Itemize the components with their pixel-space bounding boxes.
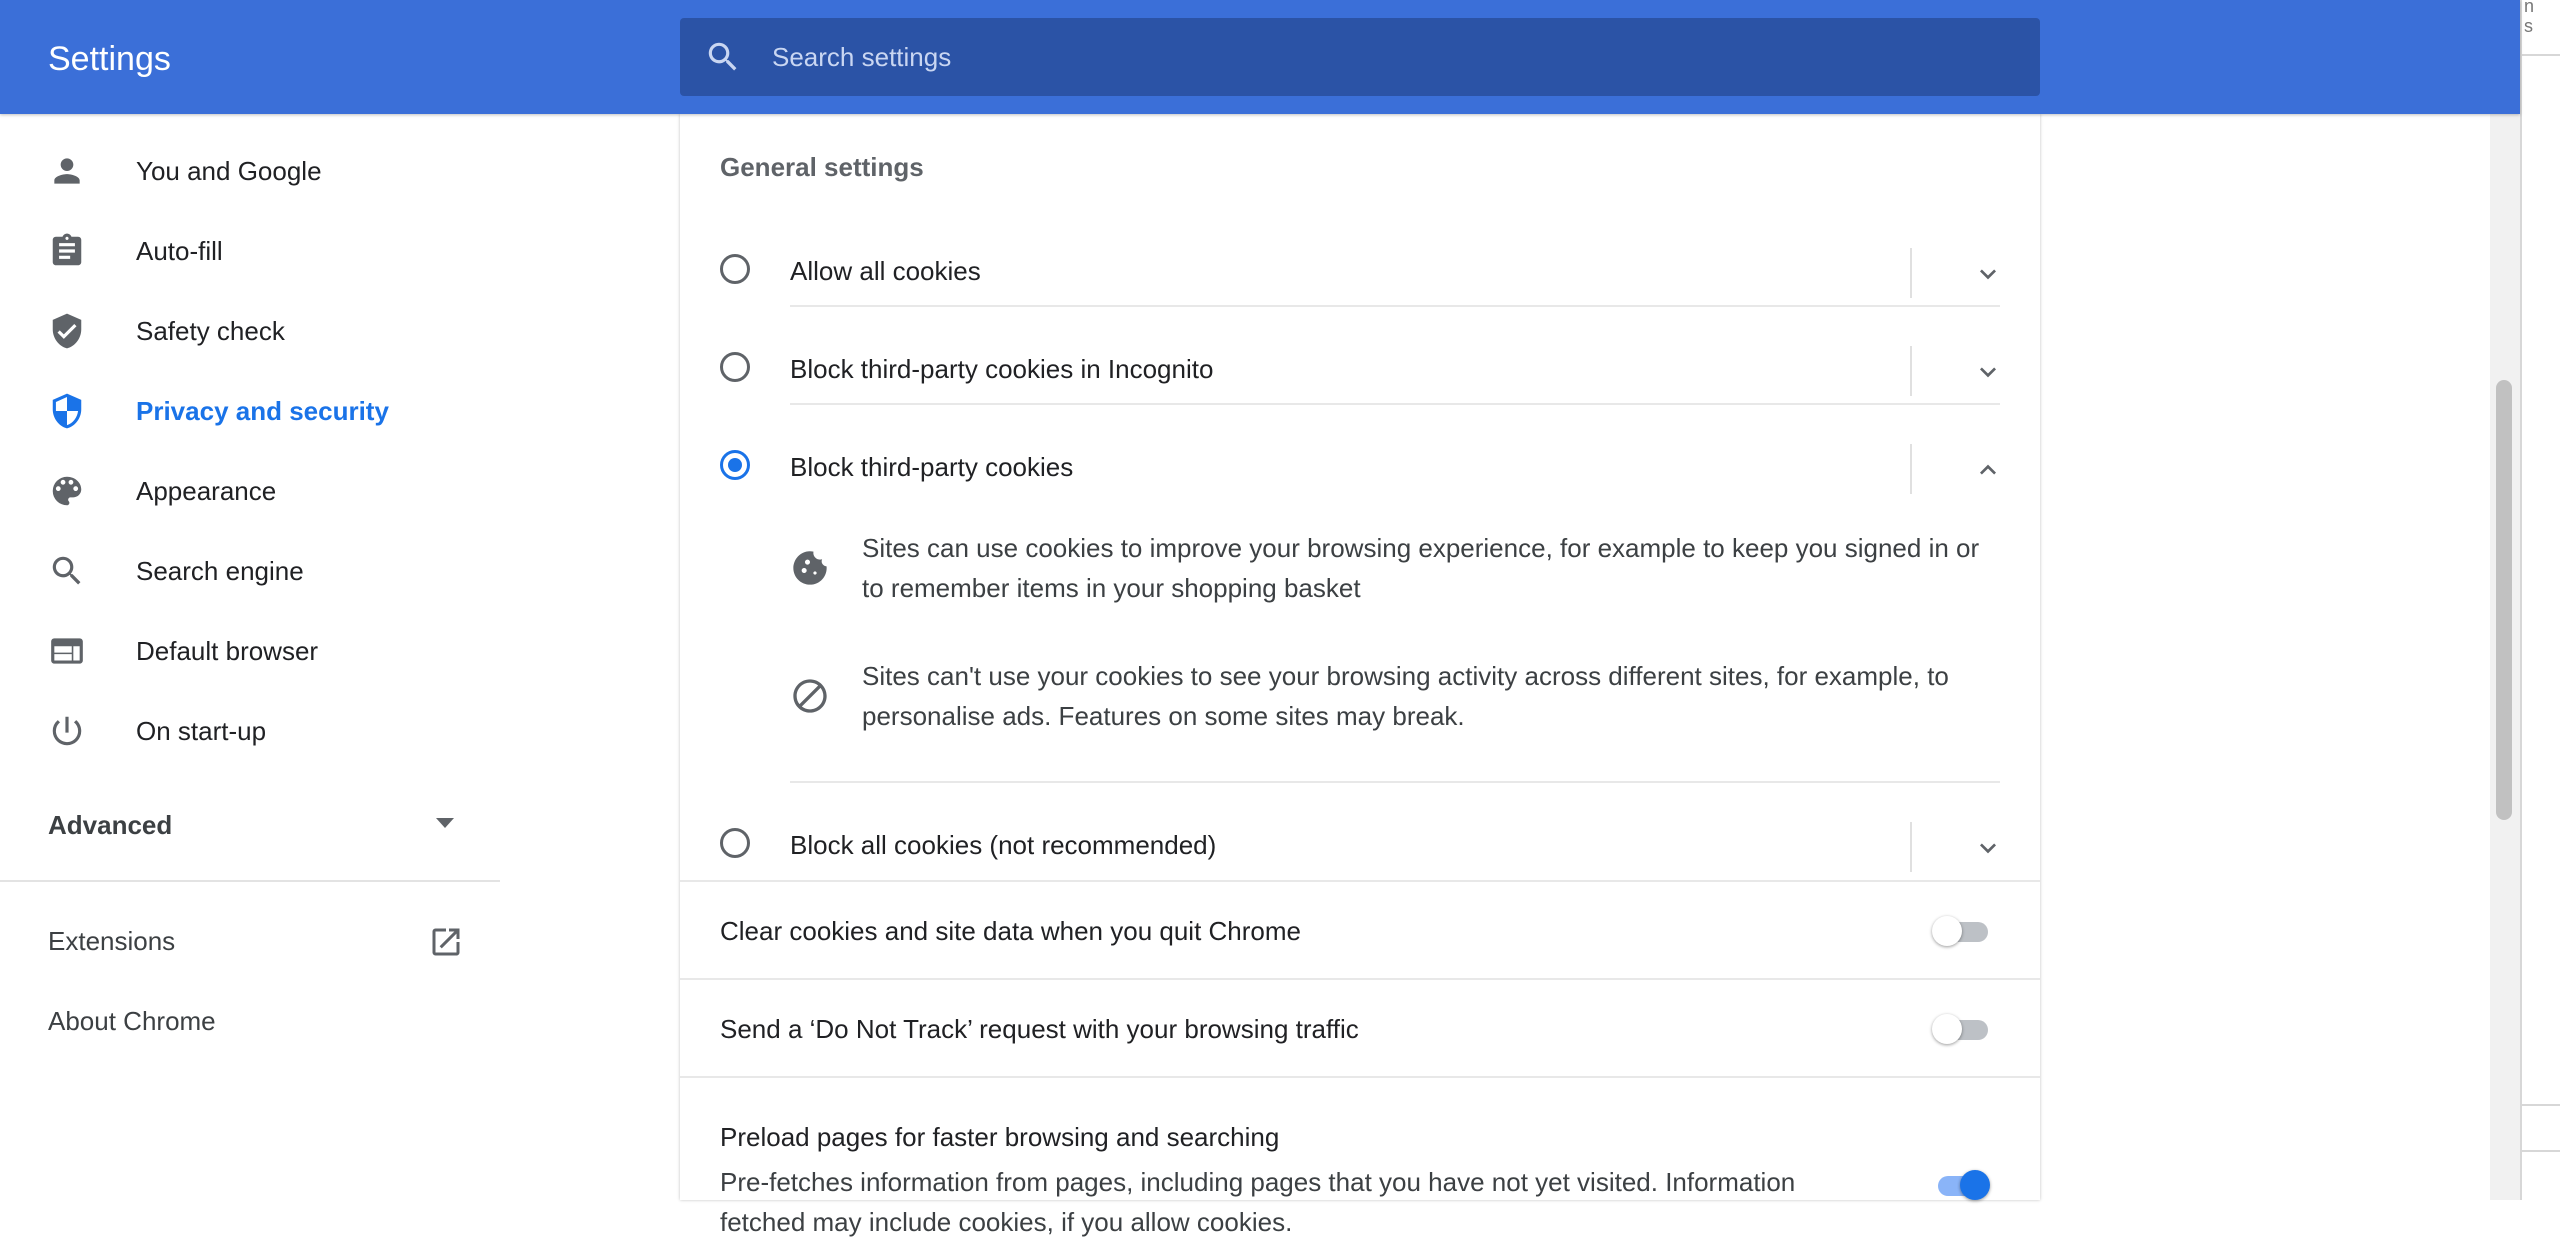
radio-button[interactable] — [720, 254, 750, 284]
setting-label: Send a ‘Do Not Track’ request with your … — [720, 1014, 1359, 1044]
setting-description: Pre-fetches information from pages, incl… — [720, 1167, 1796, 1237]
settings-header: Settings — [0, 0, 2520, 114]
power-icon — [52, 716, 82, 746]
detail-text: Sites can't use your cookies to see your… — [862, 661, 1949, 731]
vertical-separator — [1910, 248, 1912, 298]
scrollbar-thumb[interactable] — [2496, 380, 2512, 820]
clipboard-icon — [52, 233, 82, 266]
chevron-down-icon[interactable] — [1972, 832, 2004, 864]
cookie-option-block-third-party[interactable]: Block third-party cookies — [680, 420, 2040, 518]
sidebar-item-search-engine[interactable]: Search engine — [0, 534, 500, 606]
cookies-settings-card: General settings Allow all cookies Block… — [680, 114, 2040, 1237]
row-separator — [790, 781, 2000, 783]
advanced-label: Advanced — [48, 810, 173, 840]
sidebar-item-you-and-google[interactable]: You and Google — [0, 134, 500, 206]
radio-button-selected[interactable] — [720, 450, 750, 480]
browser-window-icon — [51, 638, 83, 664]
sidebar-item-label: On start-up — [136, 716, 267, 746]
toggle-switch[interactable] — [1932, 1014, 1988, 1044]
advanced-toggle[interactable]: Advanced — [0, 784, 500, 864]
vertical-separator — [1910, 444, 1912, 494]
sidebar-item-label: Search engine — [136, 556, 304, 586]
palette-icon — [52, 476, 82, 506]
background-text-line: n — [2524, 0, 2535, 16]
setting-label: Preload pages for faster browsing and se… — [720, 1122, 1280, 1152]
sidebar-item-label: You and Google — [136, 156, 322, 186]
chevron-up-icon[interactable] — [1972, 454, 2004, 486]
sidebar-divider — [0, 880, 500, 882]
chevron-down-icon[interactable] — [1972, 356, 2004, 388]
extensions-link[interactable]: Extensions — [0, 904, 500, 976]
shield-half-icon — [52, 393, 82, 429]
background-window-divider — [2522, 54, 2560, 56]
radio-button[interactable] — [720, 352, 750, 382]
section-title: General settings — [720, 152, 924, 182]
search-input[interactable] — [770, 32, 2014, 82]
search-icon — [52, 556, 81, 585]
background-window-text: n s — [2524, 0, 2534, 36]
cookie-option-label: Block all cookies (not recommended) — [790, 830, 1217, 860]
page-title: Settings — [48, 40, 171, 78]
search-icon — [708, 42, 737, 71]
vertical-separator — [1910, 346, 1912, 396]
setting-clear-cookies-on-quit: Clear cookies and site data when you qui… — [680, 882, 2040, 980]
sidebar-item-autofill[interactable]: Auto-fill — [0, 214, 500, 286]
detail-text: Sites can use cookies to improve your br… — [862, 533, 1980, 603]
setting-do-not-track: Send a ‘Do Not Track’ request with your … — [680, 980, 2040, 1078]
cookie-detail-allowed: Sites can use cookies to improve your br… — [790, 528, 1990, 608]
radio-button[interactable] — [720, 828, 750, 858]
cookie-option-label: Block third-party cookies — [790, 452, 1074, 482]
toggle-switch[interactable] — [1932, 916, 1988, 946]
sidebar: You and Google Auto-fill Safety check Pr… — [0, 114, 500, 1200]
background-window-divider — [2522, 1104, 2560, 1106]
block-icon — [793, 679, 827, 713]
sidebar-item-label: Appearance — [136, 476, 277, 506]
sidebar-item-label: Default browser — [136, 636, 319, 666]
setting-label: Clear cookies and site data when you qui… — [720, 916, 1301, 946]
extensions-label: Extensions — [48, 926, 176, 956]
cookie-icon — [793, 551, 827, 585]
setting-preload-pages: Preload pages for faster browsing and se… — [680, 1114, 2040, 1237]
toggle-switch-on[interactable] — [1932, 1170, 1990, 1200]
background-text-line: s — [2524, 16, 2533, 36]
person-icon — [54, 158, 80, 184]
sidebar-item-label: Safety check — [136, 316, 285, 346]
cookie-option-block-incognito[interactable]: Block third-party cookies in Incognito — [680, 322, 2040, 420]
sidebar-item-privacy-and-security[interactable]: Privacy and security — [0, 374, 500, 446]
chevron-down-icon[interactable] — [1972, 258, 2004, 290]
search-box[interactable] — [680, 18, 2040, 96]
background-window-divider — [2522, 1150, 2560, 1152]
shield-check-icon — [52, 313, 82, 349]
cookie-option-allow-all[interactable]: Allow all cookies — [680, 224, 2040, 322]
cookie-detail-blocked: Sites can't use your cookies to see your… — [790, 656, 1990, 736]
open-in-new-icon — [432, 928, 460, 956]
section-separator — [680, 1076, 2040, 1078]
sidebar-item-label: Privacy and security — [136, 396, 389, 426]
sidebar-item-safety-check[interactable]: Safety check — [0, 294, 500, 366]
about-chrome-link[interactable]: About Chrome — [0, 984, 500, 1056]
sidebar-item-appearance[interactable]: Appearance — [0, 454, 500, 526]
sidebar-item-default-browser[interactable]: Default browser — [0, 614, 500, 686]
about-chrome-label: About Chrome — [48, 1006, 216, 1036]
caret-down-icon — [436, 818, 454, 828]
cookie-option-label: Block third-party cookies in Incognito — [790, 354, 1214, 384]
vertical-separator — [1910, 822, 1912, 872]
sidebar-item-on-start-up[interactable]: On start-up — [0, 694, 500, 766]
background-window-edge — [2520, 0, 2560, 1200]
row-separator — [790, 305, 2000, 307]
cookie-option-label: Allow all cookies — [790, 256, 981, 286]
sidebar-item-label: Auto-fill — [136, 236, 223, 266]
row-separator — [790, 403, 2000, 405]
